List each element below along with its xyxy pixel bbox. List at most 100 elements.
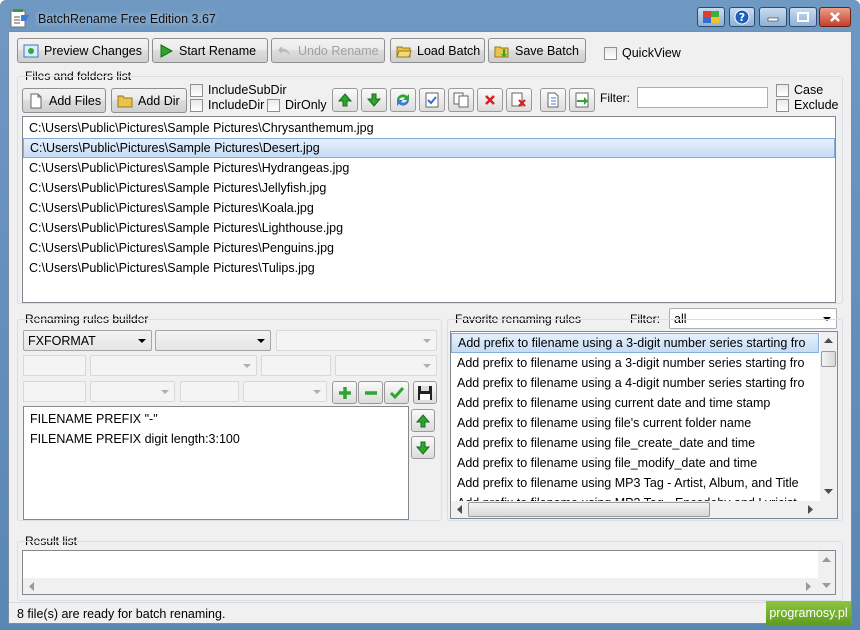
undo-rename-button[interactable]: Undo Rename: [271, 38, 385, 63]
preview-changes-button[interactable]: Preview Changes: [17, 38, 149, 63]
favorites-hscroll-thumb[interactable]: [468, 502, 710, 517]
include-dir-checkbox[interactable]: IncludeDir: [190, 98, 264, 112]
file-list-item[interactable]: C:\Users\Public\Pictures\Sample Pictures…: [23, 258, 835, 278]
app-menu-button[interactable]: [697, 7, 725, 27]
include-subdir-label: IncludeSubDir: [208, 83, 287, 97]
exclude-box[interactable]: [776, 98, 789, 112]
rule-field-3[interactable]: [261, 355, 331, 376]
include-dir-box[interactable]: [190, 98, 203, 112]
rule-move-up-button[interactable]: [411, 409, 435, 432]
load-batch-button[interactable]: Load Batch: [390, 38, 485, 63]
svg-text:?: ?: [739, 11, 745, 24]
dir-only-box[interactable]: [267, 98, 280, 112]
undo-icon: [278, 45, 290, 55]
move-up-button[interactable]: [332, 88, 358, 112]
new-document-icon: [547, 92, 559, 108]
case-label: Case: [794, 83, 824, 97]
save-batch-button[interactable]: Save Batch: [488, 38, 586, 63]
rule-option-combo[interactable]: [276, 330, 437, 351]
remove-rule-button[interactable]: [358, 381, 383, 404]
include-subdir-box[interactable]: [190, 83, 203, 97]
dir-only-label: DirOnly: [285, 98, 327, 112]
include-subdir-checkbox[interactable]: IncludeSubDir: [190, 83, 287, 97]
rule-move-down-button[interactable]: [411, 436, 435, 459]
copy-button[interactable]: [448, 88, 474, 112]
dir-only-checkbox[interactable]: DirOnly: [267, 98, 327, 112]
check-items-button[interactable]: [419, 88, 445, 112]
chevron-down-icon: [161, 390, 169, 394]
favorite-rule-item[interactable]: Add prefix to filename using a 4-digit n…: [451, 373, 819, 393]
start-rename-button[interactable]: Start Rename: [152, 38, 268, 63]
favorite-rule-item[interactable]: Add prefix to filename using MP3 Tag - E…: [451, 493, 819, 501]
favorite-rule-item[interactable]: Add prefix to filename using file_create…: [451, 433, 819, 453]
scroll-left-arrow-icon[interactable]: [28, 582, 34, 591]
file-list-item[interactable]: C:\Users\Public\Pictures\Sample Pictures…: [23, 138, 835, 158]
favorites-horizontal-scrollbar[interactable]: [451, 501, 820, 518]
result-list[interactable]: [22, 550, 836, 595]
apply-rule-button[interactable]: [384, 381, 409, 404]
scroll-left-arrow-icon[interactable]: [456, 505, 462, 514]
refresh-button[interactable]: [390, 88, 416, 112]
rule-line[interactable]: FILENAME PREFIX digit length:3:100: [24, 429, 408, 449]
add-dir-button[interactable]: Add Dir: [111, 88, 187, 113]
new-list-button[interactable]: [540, 88, 566, 112]
favorite-rule-item[interactable]: Add prefix to filename using current dat…: [451, 393, 819, 413]
favorites-scroll-thumb[interactable]: [821, 351, 836, 367]
arrow-up-icon: [415, 413, 431, 427]
scroll-right-arrow-icon[interactable]: [806, 582, 812, 591]
app-icon: [10, 9, 29, 28]
case-box[interactable]: [776, 83, 789, 97]
brand-badge[interactable]: programosy.pl: [766, 601, 851, 625]
export-button[interactable]: [569, 88, 595, 112]
quickview-label: QuickView: [622, 46, 681, 60]
exclude-checkbox[interactable]: Exclude: [776, 98, 838, 112]
scroll-down-arrow-icon[interactable]: [824, 489, 833, 495]
file-list-item[interactable]: C:\Users\Public\Pictures\Sample Pictures…: [23, 178, 835, 198]
scroll-right-arrow-icon[interactable]: [808, 505, 814, 514]
quickview-checkbox[interactable]: QuickView: [604, 46, 681, 60]
scroll-corner: [820, 501, 837, 518]
rule-param-combo[interactable]: [155, 330, 271, 351]
rule-combo-6[interactable]: [90, 381, 175, 402]
add-rule-button[interactable]: [332, 381, 357, 404]
add-files-button[interactable]: Add Files: [22, 88, 106, 113]
remove-all-button[interactable]: [506, 88, 532, 112]
scroll-up-arrow-icon[interactable]: [824, 337, 833, 343]
favorites-vertical-scrollbar[interactable]: [820, 332, 837, 501]
files-filter-input[interactable]: [637, 87, 768, 108]
rule-combo-8[interactable]: [243, 381, 327, 402]
favorite-rule-item[interactable]: Add prefix to filename using file_modify…: [451, 453, 819, 473]
scroll-down-arrow-icon[interactable]: [822, 583, 831, 589]
rule-field-1[interactable]: [23, 355, 86, 376]
case-checkbox[interactable]: Case: [776, 83, 823, 97]
close-button[interactable]: [819, 7, 851, 27]
favorite-rule-item[interactable]: Add prefix to filename using MP3 Tag - A…: [451, 473, 819, 493]
file-list-item[interactable]: C:\Users\Public\Pictures\Sample Pictures…: [23, 118, 835, 138]
favorite-rule-item[interactable]: Add prefix to filename using a 3-digit n…: [451, 333, 819, 353]
rule-field-5[interactable]: [23, 381, 86, 402]
rules-list[interactable]: FILENAME PREFIX "-" FILENAME PREFIX digit…: [23, 406, 409, 520]
result-vertical-scrollbar[interactable]: [818, 551, 835, 594]
rule-type-combo[interactable]: FXFORMAT: [23, 330, 152, 351]
scroll-up-arrow-icon[interactable]: [822, 556, 831, 562]
file-list-item[interactable]: C:\Users\Public\Pictures\Sample Pictures…: [23, 238, 835, 258]
favorite-rule-item[interactable]: Add prefix to filename using file's curr…: [451, 413, 819, 433]
result-horizontal-scrollbar[interactable]: [23, 578, 818, 594]
file-list-item[interactable]: C:\Users\Public\Pictures\Sample Pictures…: [23, 218, 835, 238]
minimize-button[interactable]: [759, 7, 787, 27]
remove-button[interactable]: [477, 88, 503, 112]
file-list-item[interactable]: C:\Users\Public\Pictures\Sample Pictures…: [23, 198, 835, 218]
rule-combo-2[interactable]: [90, 355, 257, 376]
save-rules-button[interactable]: [413, 381, 437, 404]
quickview-checkbox-box[interactable]: [604, 46, 617, 60]
maximize-button[interactable]: [789, 7, 817, 27]
help-button[interactable]: ?: [729, 7, 755, 27]
file-list[interactable]: C:\Users\Public\Pictures\Sample Pictures…: [22, 116, 836, 303]
rule-field-7[interactable]: [180, 381, 239, 402]
move-down-button[interactable]: [361, 88, 387, 112]
favorites-list[interactable]: Add prefix to filename using a 3-digit n…: [450, 331, 838, 519]
favorite-rule-item[interactable]: Add prefix to filename using a 3-digit n…: [451, 353, 819, 373]
rule-combo-4[interactable]: [335, 355, 437, 376]
rule-line[interactable]: FILENAME PREFIX "-": [24, 409, 408, 429]
file-list-item[interactable]: C:\Users\Public\Pictures\Sample Pictures…: [23, 158, 835, 178]
